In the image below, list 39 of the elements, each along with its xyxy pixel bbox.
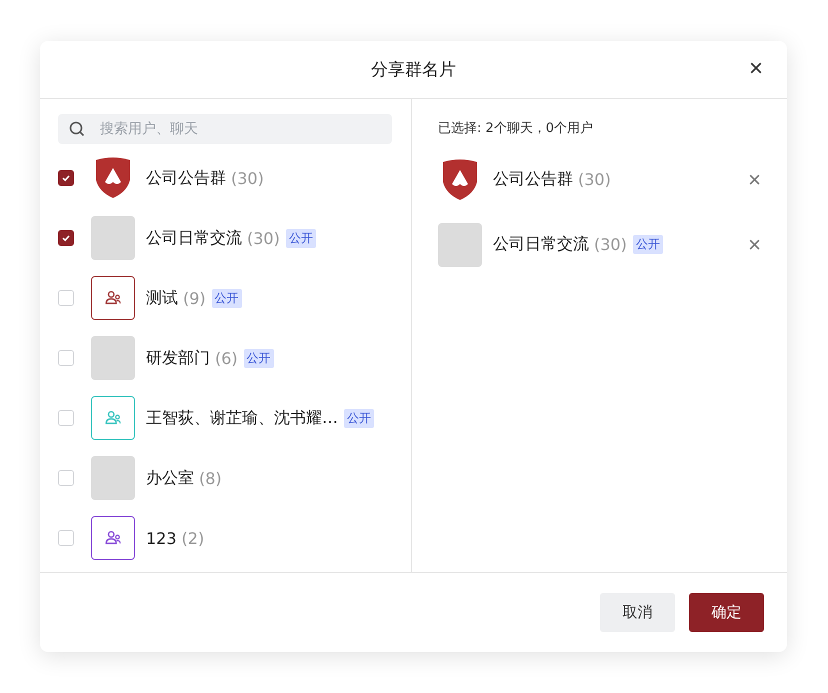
public-tag: 公开	[344, 408, 374, 428]
public-tag: 公开	[212, 288, 242, 308]
member-count: (30)	[594, 235, 627, 254]
close-button[interactable]: ×	[744, 55, 767, 83]
member-count: (30)	[247, 228, 280, 248]
chat-name: 123	[146, 528, 177, 548]
chat-name: 测试	[146, 288, 178, 308]
checkbox[interactable]	[58, 170, 74, 186]
photo-placeholder	[91, 216, 135, 260]
search-field[interactable]: 搜索用户、聊天	[58, 114, 392, 144]
chat-name: 公司日常交流	[493, 234, 589, 255]
confirm-button[interactable]: 确定	[689, 593, 764, 632]
public-tag: 公开	[632, 235, 663, 254]
cancel-button[interactable]: 取消	[600, 593, 675, 632]
check-icon	[61, 233, 71, 243]
chat-name: 研发部门	[146, 348, 210, 368]
selection-summary: 已选择: 2个聊天，0个用户	[438, 120, 594, 137]
chat-name: 王智荻、谢芷瑜、沈书耀…	[146, 408, 338, 428]
public-tag: 公开	[286, 228, 316, 248]
chat-name: 办公室	[146, 468, 194, 488]
chat-name: 公司日常交流	[146, 228, 242, 248]
member-count: (30)	[578, 170, 611, 189]
check-icon	[61, 173, 71, 183]
public-tag: 公开	[244, 348, 274, 368]
photo-placeholder	[91, 456, 135, 500]
photo-placeholder	[438, 222, 482, 266]
search-icon	[69, 121, 85, 137]
dialog-title: 分享群名片	[371, 59, 456, 81]
chat-name: 公司公告群	[146, 168, 226, 188]
member-count: (9)	[183, 288, 206, 308]
photo-placeholder	[91, 336, 135, 380]
member-count: (6)	[215, 348, 238, 368]
remove-button[interactable]: ×	[744, 232, 765, 258]
remove-button[interactable]: ×	[744, 166, 765, 192]
member-count: (8)	[199, 468, 222, 488]
checkbox[interactable]	[58, 230, 74, 246]
member-count: (30)	[231, 168, 264, 188]
chat-name: 公司公告群	[493, 169, 573, 190]
member-count: (2)	[182, 528, 204, 548]
